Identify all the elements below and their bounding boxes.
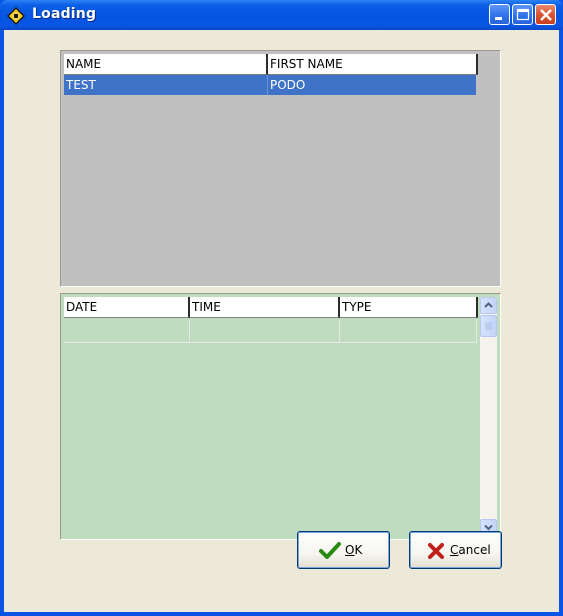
events-grid-body: DATE TIME TYPE (64, 297, 497, 536)
cell-name[interactable]: TEST (64, 75, 268, 95)
cell-first-name[interactable]: PODO (268, 75, 476, 95)
events-grid[interactable]: DATE TIME TYPE (60, 293, 501, 540)
cell-time[interactable] (190, 320, 340, 342)
maximize-icon (516, 8, 530, 21)
grip-icon (485, 322, 492, 330)
minimize-button[interactable] (489, 4, 510, 25)
maximize-button[interactable] (512, 4, 533, 25)
checkmark-icon (319, 542, 341, 559)
app-diamond-icon (7, 7, 25, 25)
cancel-label-rest: ancel (458, 543, 491, 557)
persons-grid-body: NAME FIRST NAME TEST PODO (64, 54, 497, 283)
scroll-up-button[interactable] (480, 297, 497, 314)
persons-grid[interactable]: NAME FIRST NAME TEST PODO (60, 50, 501, 287)
table-row[interactable] (64, 320, 477, 343)
dialog-window: Loading NAME FIRST NAME TEST PODO DATE T… (0, 0, 563, 616)
chevron-up-icon (484, 302, 493, 308)
column-header-first-name[interactable]: FIRST NAME (268, 54, 478, 75)
x-icon (428, 543, 444, 559)
ok-label-rest: K (354, 543, 363, 557)
window-title: Loading (32, 6, 97, 22)
minimize-icon (495, 17, 502, 20)
cell-date[interactable] (64, 320, 190, 342)
column-header-name[interactable]: NAME (64, 54, 268, 75)
column-header-type[interactable]: TYPE (340, 297, 478, 318)
title-bar[interactable]: Loading (0, 0, 563, 30)
persons-grid-header: NAME FIRST NAME (64, 54, 478, 75)
ok-button[interactable]: OK (297, 531, 390, 569)
close-button[interactable] (535, 4, 556, 25)
vertical-scrollbar[interactable] (480, 297, 497, 536)
cancel-button[interactable]: Cancel (409, 531, 502, 569)
scroll-thumb[interactable] (480, 315, 497, 337)
column-header-date[interactable]: DATE (64, 297, 190, 318)
column-header-time[interactable]: TIME (190, 297, 340, 318)
close-icon (540, 9, 552, 21)
ok-button-label: OK (345, 543, 362, 557)
table-row[interactable]: TEST PODO (64, 75, 476, 95)
events-grid-header: DATE TIME TYPE (64, 297, 478, 318)
window-bottom-border (0, 612, 563, 616)
cancel-button-label: Cancel (450, 543, 491, 557)
cell-type[interactable] (340, 320, 477, 342)
